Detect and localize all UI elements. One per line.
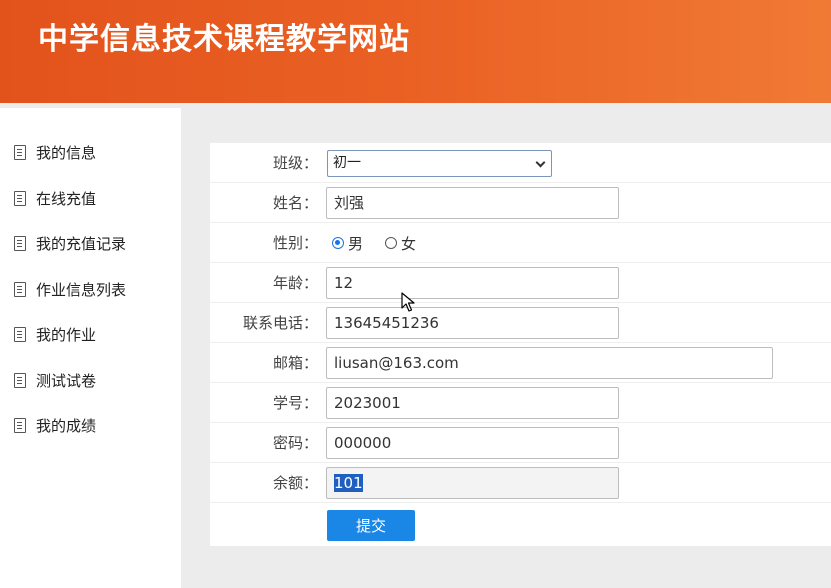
sidebar-item-my-grades[interactable]: 我的成绩 <box>14 414 96 436</box>
phone-label: 联系电话： <box>242 314 318 332</box>
gender-option-label: 女 <box>401 234 417 253</box>
submit-button[interactable]: 提交 <box>327 510 415 541</box>
name-input[interactable]: 刘强 <box>326 187 619 219</box>
radio-unchecked-icon <box>385 237 398 249</box>
document-icon <box>14 326 26 342</box>
sidebar-item-label: 我的作业 <box>36 325 97 344</box>
document-icon <box>14 190 26 206</box>
sidebar-item-label: 测试试卷 <box>36 371 97 390</box>
form-row-email: 邮箱： liusan@163.com <box>210 343 831 383</box>
age-label: 年龄： <box>272 274 318 292</box>
email-input[interactable]: liusan@163.com <box>326 347 773 379</box>
email-label: 邮箱： <box>272 354 318 372</box>
form-row-age: 年龄： 12 <box>210 263 831 303</box>
form-row-student-id: 学号： 2023001 <box>210 383 831 423</box>
sidebar-item-label: 我的成绩 <box>36 416 97 435</box>
mouse-cursor-icon <box>401 292 415 312</box>
form-row-gender: 性别： 男 女 <box>210 223 831 263</box>
radio-checked-icon <box>332 237 344 249</box>
sidebar-item-label: 在线充值 <box>36 189 97 208</box>
balance-input[interactable]: 101 <box>326 467 619 499</box>
name-label: 姓名： <box>272 194 318 212</box>
student-id-input[interactable]: 2023001 <box>326 387 619 419</box>
age-input[interactable]: 12 <box>326 267 619 299</box>
document-icon <box>14 235 26 251</box>
sidebar-item-label: 我的充值记录 <box>36 234 127 253</box>
form-row-balance: 余额： 101 <box>210 463 831 503</box>
student-id-label: 学号： <box>272 394 318 412</box>
document-icon <box>14 372 26 388</box>
sidebar-item-test-papers[interactable]: 测试试卷 <box>14 369 96 391</box>
chevron-down-icon <box>535 157 546 168</box>
form-row-class: 班级： 初一 <box>210 143 831 183</box>
sidebar-item-homework-list[interactable]: 作业信息列表 <box>14 278 126 300</box>
site-header: 中学信息技术课程教学网站 <box>0 0 831 103</box>
class-select-value: 初一 <box>333 155 361 171</box>
gender-option-label: 男 <box>348 234 364 253</box>
password-label: 密码： <box>272 434 318 452</box>
gender-label: 性别： <box>272 234 318 252</box>
sidebar-item-my-homework[interactable]: 我的作业 <box>14 323 96 345</box>
sidebar-item-my-info[interactable]: 我的信息 <box>14 141 96 163</box>
form-row-password: 密码： 000000 <box>210 423 831 463</box>
sidebar-item-online-recharge[interactable]: 在线充值 <box>14 187 96 209</box>
form-row-phone: 联系电话： 13645451236 <box>210 303 831 343</box>
gender-radio-male[interactable]: 男 <box>332 233 363 254</box>
class-select[interactable]: 初一 <box>327 150 552 177</box>
site-title: 中学信息技术课程教学网站 <box>38 22 410 57</box>
gender-radio-female[interactable]: 女 <box>385 233 416 254</box>
sidebar-item-label: 我的信息 <box>36 143 97 162</box>
balance-value: 101 <box>334 474 363 492</box>
password-input[interactable]: 000000 <box>326 427 619 459</box>
sidebar: 我的信息 在线充值 我的充值记录 作业信息列表 我的作业 测试试卷 我的成绩 <box>0 108 181 588</box>
document-icon <box>14 417 26 433</box>
class-label: 班级： <box>272 154 318 172</box>
form-row-name: 姓名： 刘强 <box>210 183 831 223</box>
profile-form: 班级： 初一 姓名： 刘强 性别： 男 女 年龄： 12 联系电话： 13645… <box>210 143 831 546</box>
balance-label: 余额： <box>272 474 318 492</box>
document-icon <box>14 144 26 160</box>
document-icon <box>14 281 26 297</box>
sidebar-item-recharge-records[interactable]: 我的充值记录 <box>14 232 126 254</box>
sidebar-item-label: 作业信息列表 <box>36 280 127 299</box>
phone-input[interactable]: 13645451236 <box>326 307 619 339</box>
gender-radio-group: 男 女 <box>332 223 438 263</box>
